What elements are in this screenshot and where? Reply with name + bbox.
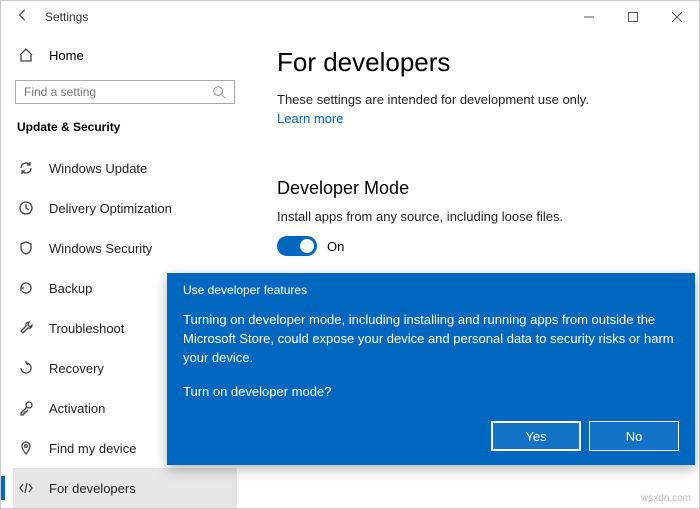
sidebar-category: Update & Security [17,120,237,134]
developer-mode-toggle[interactable] [277,236,317,256]
key-icon [17,399,35,417]
minimize-button[interactable] [567,1,611,33]
sidebar-item-windows-security[interactable]: Windows Security [13,228,237,268]
search-input[interactable] [15,80,235,104]
sidebar-item-label: Delivery Optimization [49,201,172,216]
maximize-button[interactable] [611,1,655,33]
home-icon [17,46,35,64]
developer-mode-toggle-row: On [277,236,671,256]
dialog-no-button[interactable]: No [589,421,679,451]
location-icon [17,439,35,457]
sidebar-item-label: Troubleshoot [49,321,124,336]
section-heading: Developer Mode [277,178,671,199]
sidebar-item-for-developers[interactable]: For developers [13,468,237,508]
maximize-icon [628,12,638,22]
minimize-icon [584,12,594,22]
sidebar-home-label: Home [49,48,84,63]
arrow-left-icon [16,8,30,22]
sidebar-item-windows-update[interactable]: Windows Update [13,148,237,188]
sidebar-item-label: Windows Security [49,241,152,256]
search-field[interactable] [24,85,212,99]
backup-icon [17,279,35,297]
search-icon [212,85,226,99]
page-title: For developers [277,47,671,78]
dialog-body: Turning on developer mode, including ins… [183,311,679,368]
watermark: wsxdn.com [641,493,691,504]
dialog-yes-button[interactable]: Yes [491,421,581,451]
sidebar-home[interactable]: Home [13,41,237,70]
code-icon [17,479,35,497]
sidebar-item-delivery-optimization[interactable]: Delivery Optimization [13,188,237,228]
learn-more-link[interactable]: Learn more [277,111,343,126]
toggle-label: On [327,239,344,254]
recovery-icon [17,359,35,377]
dialog-question: Turn on developer mode? [183,384,679,399]
close-button[interactable] [655,1,699,33]
sync-icon [17,159,35,177]
sidebar-item-label: Recovery [49,361,104,376]
dialog-title: Use developer features [183,283,679,297]
sidebar-item-label: Find my device [49,441,136,456]
wrench-icon [17,319,35,337]
window-controls [567,1,699,33]
dialog-buttons: Yes No [491,421,679,451]
developer-features-dialog: Use developer features Turning on develo… [167,273,695,465]
window-titlebar: Settings [1,1,699,33]
sidebar-item-label: Backup [49,281,92,296]
back-button[interactable] [1,8,45,27]
sidebar-item-label: Activation [49,401,105,416]
window-title: Settings [45,10,88,24]
optimization-icon [17,199,35,217]
sidebar-item-label: For developers [49,481,136,496]
shield-icon [17,239,35,257]
page-intro: These settings are intended for developm… [277,92,671,107]
section-description: Install apps from any source, including … [277,209,671,224]
close-icon [672,12,682,22]
sidebar-item-label: Windows Update [49,161,147,176]
